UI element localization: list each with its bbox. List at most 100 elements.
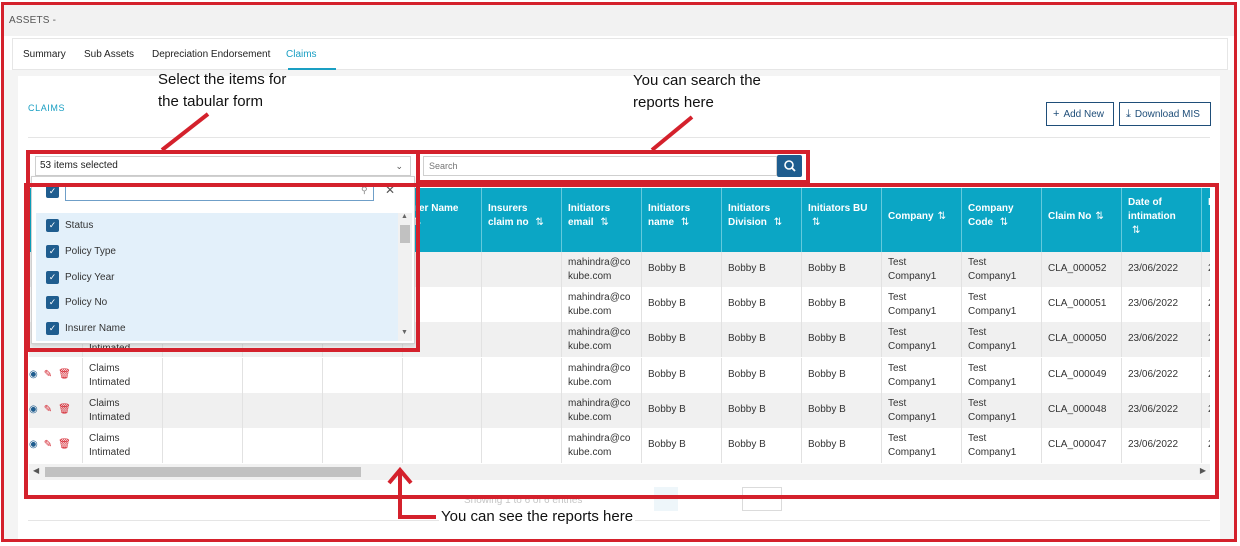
col-next[interactable]: D [1201,188,1210,252]
status-cell: Claims Intimated [82,428,162,463]
download-icon: ⤓ [1126,108,1131,120]
tab-claims[interactable]: Claims [286,49,317,60]
plus-icon: + [1053,108,1060,120]
company-code-cell: Test Company1 [961,428,1041,463]
sort-icon: ⇅ [773,217,783,228]
bu-cell: Bobby B [801,287,881,322]
trash-icon[interactable]: 🗑 [58,369,71,380]
eye-icon[interactable]: ◉ [29,369,38,380]
trash-icon[interactable]: 🗑 [58,439,71,450]
table-row[interactable]: ◉ ✎ 🗑 Claims Intimated mahindra@co kube.com … [29,393,1210,428]
scroll-up-icon[interactable]: ▲ [401,213,408,220]
pagination-info: Showing 1 to 6 of 6 entries [464,495,583,506]
date-cell: 23/06/2022 [1121,252,1201,287]
date-cell: 23/06/2022 [1121,428,1201,463]
col-insurers-claim-no[interactable]: Insurers claim no ⇅ [481,188,561,252]
claim-no-cell: CLA_000051 [1041,287,1121,322]
division-cell: Bobby B [721,322,801,357]
tab-depreciation-endorsement[interactable]: Depreciation Endorsement [152,49,270,60]
sort-icon: ⇅ [999,217,1009,228]
edit-icon[interactable]: ✎ [44,404,52,415]
col-company-code[interactable]: Company Code ⇅ [961,188,1041,252]
company-cell: Test Company1 [881,322,961,357]
scroll-right-icon[interactable]: ▶ [1200,466,1206,475]
name-cell: Bobby B [641,322,721,357]
dropdown-option[interactable]: ✓ Policy No [36,290,398,316]
dropdown-option[interactable]: ✓ Policy Type [36,239,398,265]
dropdown-list: ✓ Status ✓ Policy Type ✓ Policy Year ✓ Polic… [36,213,398,341]
scroll-thumb[interactable] [45,467,361,477]
name-cell: Bobby B [641,287,721,322]
tab-bar: Summary Sub Assets Depreciation Endorsem… [12,38,1228,70]
sort-icon: ⇅ [1095,211,1104,222]
eye-icon[interactable]: ◉ [29,404,38,415]
page-button[interactable] [654,487,678,511]
trash-icon[interactable]: 🗑 [58,404,71,415]
dropdown-option[interactable]: ✓ Insurer Name [36,316,398,341]
status-cell: Claims Intimated [82,358,162,393]
dropdown-option[interactable]: ✓ Policy Year [36,265,398,291]
name-cell: Bobby B [641,428,721,463]
sort-icon: ⇅ [600,217,609,228]
company-code-cell: Test Company1 [961,322,1041,357]
company-code-cell: Test Company1 [961,393,1041,428]
row-actions: ◉ ✎ 🗑 [29,369,71,380]
sort-icon: ⇅ [812,217,821,228]
claim-no-cell: CLA_000052 [1041,252,1121,287]
scroll-left-icon[interactable]: ◀ [33,466,39,475]
tab-summary[interactable]: Summary [23,49,66,60]
checkbox[interactable]: ✓ [46,271,59,284]
col-date-of-intimation[interactable]: Date of intimation ⇅ [1121,188,1201,252]
col-initiators-name[interactable]: Initiators name ⇅ [641,188,721,252]
column-select[interactable]: 53 items selected ⌄ [35,156,411,176]
add-new-button[interactable]: + Add New [1046,102,1114,126]
scroll-thumb[interactable] [400,225,410,243]
dropdown-scrollbar[interactable]: ▲ ▼ [398,213,412,341]
page-size-select[interactable] [742,487,782,511]
search-button[interactable] [777,155,802,177]
search-input[interactable] [423,156,777,176]
scroll-down-icon[interactable]: ▼ [401,329,408,336]
sort-icon: ⇅ [535,217,544,228]
col-claim-no[interactable]: Claim No ⇅ [1041,188,1121,252]
checkbox[interactable]: ✓ [46,245,59,258]
division-cell: Bobby B [721,287,801,322]
col-initiators-email[interactable]: Initiators email ⇅ [561,188,641,252]
company-code-cell: Test Company1 [961,252,1041,287]
name-cell: Bobby B [641,252,721,287]
company-cell: Test Company1 [881,428,961,463]
close-icon[interactable]: ✕ [385,183,395,197]
select-all-checkbox[interactable]: ✓ [46,185,59,198]
checkbox[interactable]: ✓ [46,322,59,335]
download-mis-button[interactable]: ⤓ Download MIS [1119,102,1211,126]
edit-icon[interactable]: ✎ [44,369,52,380]
column-dropdown: ✓ ⚲ ✕ ✓ Status ✓ Policy Type ✓ Policy Year … [31,176,415,344]
sort-icon: ⇅ [680,217,690,228]
company-cell: Test Company1 [881,393,961,428]
email-cell: mahindra@co kube.com [561,393,641,428]
dropdown-option[interactable]: ✓ Status [36,213,398,239]
date-cell: 23/06/2022 [1121,287,1201,322]
bu-cell: Bobby B [801,322,881,357]
section-title: CLAIMS [28,103,66,113]
search-icon [784,160,796,172]
dropdown-filter-input[interactable] [65,183,374,201]
bu-cell: Bobby B [801,358,881,393]
claim-no-cell: CLA_000049 [1041,358,1121,393]
divider [28,137,1210,138]
date-cell: 23/06/2022 [1121,322,1201,357]
col-initiators-division[interactable]: Initiators Division ⇅ [721,188,801,252]
horizontal-scrollbar[interactable]: ◀ ▶ [29,464,1210,480]
table-row[interactable]: ◉ ✎ 🗑 Claims Intimated mahindra@co kube.com … [29,428,1210,463]
col-company[interactable]: Company ⇅ [881,188,961,252]
edit-icon[interactable]: ✎ [44,439,52,450]
company-cell: Test Company1 [881,252,961,287]
column-select-value: 53 items selected [40,160,118,171]
tab-sub-assets[interactable]: Sub Assets [84,49,134,60]
eye-icon[interactable]: ◉ [29,439,38,450]
checkbox[interactable]: ✓ [46,296,59,309]
table-row[interactable]: ◉ ✎ 🗑 Claims Intimated mahindra@co kube.com … [29,358,1210,393]
row-actions: ◉ ✎ 🗑 [29,439,71,450]
col-initiators-bu[interactable]: Initiators BU ⇅ [801,188,881,252]
checkbox[interactable]: ✓ [46,219,59,232]
